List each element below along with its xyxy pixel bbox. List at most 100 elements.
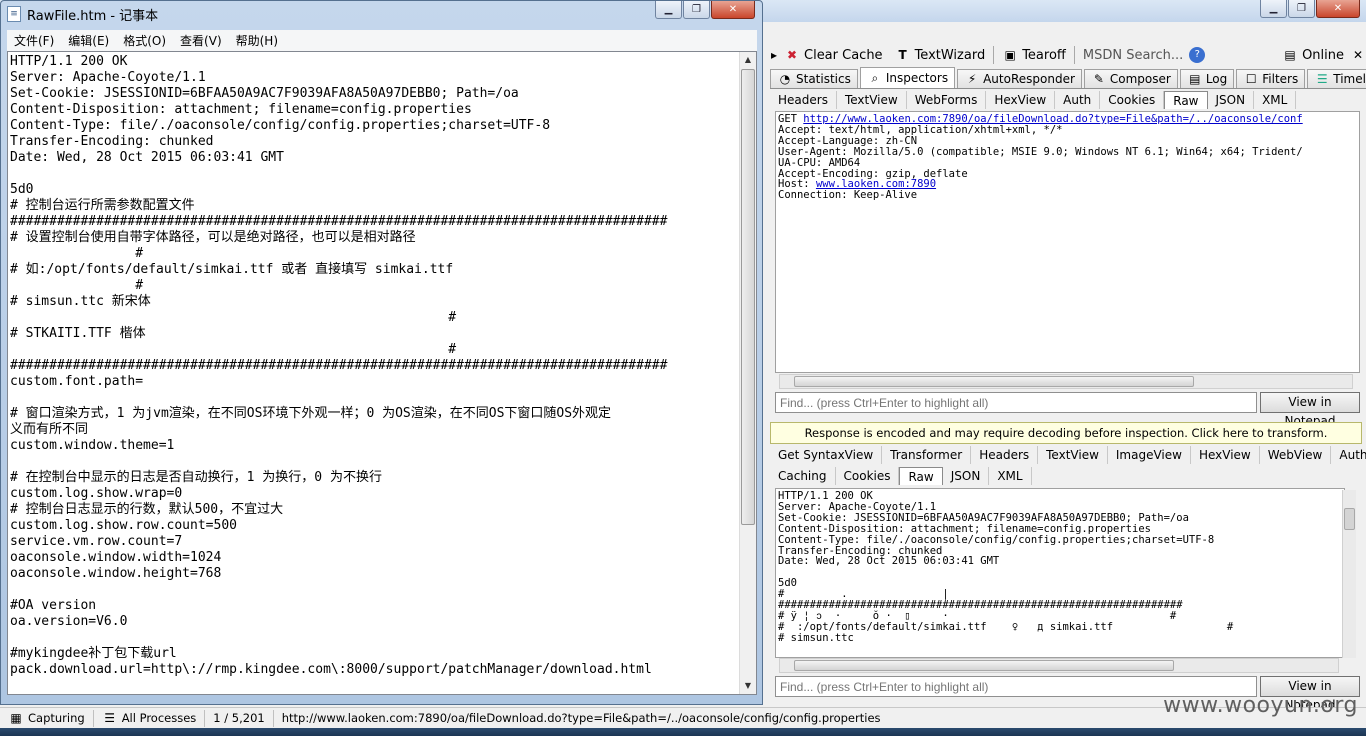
menu-file[interactable]: 文件(F)	[7, 32, 61, 49]
response-horizontal-scrollbar[interactable]	[779, 658, 1339, 673]
menu-edit[interactable]: 编辑(E)	[61, 32, 116, 49]
notepad-edit-area[interactable]: HTTP/1.1 200 OK Server: Apache-Coyote/1.1…	[7, 51, 757, 695]
session-count: 1 / 5,201	[205, 709, 274, 727]
req-tab-textview[interactable]: TextView	[837, 91, 907, 109]
text-line: ########################################…	[10, 358, 668, 373]
tab-autoresponder[interactable]: ⚡ AutoResponder	[957, 69, 1082, 88]
resp-tab-caching[interactable]: Caching	[770, 467, 836, 485]
help-icon[interactable]: ?	[1189, 47, 1206, 63]
online-indicator[interactable]: ▤ Online	[1276, 47, 1350, 63]
resp-tab-imageview[interactable]: ImageView	[1108, 446, 1191, 464]
text-line: oa.version=V6.0	[10, 614, 128, 629]
menu-view[interactable]: 查看(V)	[173, 32, 229, 49]
fiddler-window-controls: ▁ ❐ ✕	[1260, 0, 1360, 18]
minimize-button[interactable]: ▁	[655, 1, 682, 19]
tab-inspectors[interactable]: ⌕ Inspectors	[859, 67, 956, 88]
clear-cache-button[interactable]: ✖ Clear Cache	[778, 47, 889, 63]
tearoff-icon: ▣	[1004, 48, 1016, 62]
text-line: Transfer-Encoding: chunked	[10, 134, 214, 149]
tab-filters[interactable]: ☐ Filters	[1236, 69, 1306, 88]
req-tab-json[interactable]: JSON	[1208, 91, 1255, 109]
maximize-button[interactable]: ❐	[683, 1, 710, 19]
text-line: # simsun.ttc 新宋体	[10, 294, 151, 309]
scroll-thumb[interactable]	[794, 660, 1174, 671]
text-line: #	[10, 278, 144, 293]
response-line: # simsun.ttc	[778, 631, 854, 644]
req-tab-xml[interactable]: XML	[1254, 91, 1297, 109]
request-horizontal-scrollbar[interactable]	[779, 374, 1353, 389]
req-tab-raw[interactable]: Raw	[1164, 91, 1208, 109]
request-raw-view[interactable]: GET http://www.laoken.com:7890/oa/fileDo…	[775, 111, 1360, 373]
resp-tab-cookies[interactable]: Cookies	[836, 467, 900, 485]
notepad-window-controls: ▁ ❐ ✕	[655, 1, 755, 19]
resp-tab-raw[interactable]: Raw	[899, 467, 943, 485]
chevron-down-icon[interactable]: ▸	[770, 47, 778, 63]
response-vertical-scrollbar[interactable]	[1342, 490, 1356, 658]
resp-tab-syntaxview[interactable]: Get SyntaxView	[770, 446, 883, 464]
textwizard-button[interactable]: T TextWizard	[889, 47, 992, 63]
tab-composer[interactable]: ✎ Composer	[1083, 69, 1178, 88]
menu-help[interactable]: 帮助(H)	[229, 32, 285, 49]
resp-tab-transformer[interactable]: Transformer	[882, 446, 972, 464]
req-tab-headers[interactable]: Headers	[770, 91, 837, 109]
notepad-window: ≡ RawFile.htm - 记事本 ▁ ❐ ✕ 文件(F) 编辑(E) 格式…	[0, 0, 763, 705]
text-line: ########################################…	[10, 214, 668, 229]
tab-log[interactable]: ▤ Log	[1179, 69, 1235, 88]
text-line: custom.log.show.wrap=0	[10, 486, 183, 501]
text-line	[10, 454, 738, 470]
text-line: # 控制台运行所需参数配置文件	[10, 198, 195, 213]
resp-tab-textview[interactable]: TextView	[1038, 446, 1108, 464]
resp-tab-xml[interactable]: XML	[989, 467, 1032, 485]
scroll-thumb[interactable]	[794, 376, 1194, 387]
notepad-vertical-scrollbar[interactable]: ▲ ▼	[739, 52, 756, 694]
timeline-icon: ☰	[1316, 72, 1328, 86]
response-encoded-notice[interactable]: Response is encoded and may require deco…	[770, 422, 1362, 444]
req-tab-webforms[interactable]: WebForms	[907, 91, 987, 109]
inspectors-icon: ⌕	[871, 71, 879, 85]
close-toolbar-icon[interactable]: ✕	[1350, 47, 1366, 63]
text-line: #	[10, 342, 457, 357]
text-line: #OA version	[10, 598, 97, 613]
connection-line: Connection: Keep-Alive	[778, 189, 918, 202]
text-line: custom.font.path=	[10, 374, 144, 389]
response-line	[778, 567, 1344, 578]
scroll-thumb[interactable]	[1344, 508, 1355, 530]
msdn-search-box[interactable]: MSDN Search...	[1077, 48, 1189, 63]
resp-tab-headers[interactable]: Headers	[971, 446, 1039, 464]
notepad-menubar: 文件(F) 编辑(E) 格式(O) 查看(V) 帮助(H)	[7, 30, 757, 51]
text-line: # 窗口渲染方式，1 为jvm渲染，在不同OS环境下外观一样；0 为OS渲染，在…	[10, 406, 612, 421]
text-line: # 在控制台中显示的日志是否自动换行，1 为换行，0 为不换行	[10, 470, 382, 485]
text-line	[10, 166, 738, 182]
request-find-input[interactable]	[775, 392, 1257, 413]
tab-timeline[interactable]: ☰Timeline	[1307, 69, 1366, 88]
scroll-down-arrow-icon[interactable]: ▼	[740, 678, 756, 694]
resp-tab-webview[interactable]: WebView	[1260, 446, 1332, 464]
resp-tab-json[interactable]: JSON	[943, 467, 990, 485]
close-button[interactable]: ✕	[1316, 0, 1360, 18]
close-button[interactable]: ✕	[711, 1, 755, 19]
req-tab-hexview[interactable]: HexView	[986, 91, 1056, 109]
minimize-button[interactable]: ▁	[1260, 0, 1287, 18]
tearoff-button[interactable]: ▣ Tearoff	[996, 47, 1072, 63]
scroll-up-arrow-icon[interactable]: ▲	[740, 52, 756, 68]
response-inspector-tabs-row2: Caching Cookies Raw JSON XML	[770, 465, 1366, 485]
req-tab-cookies[interactable]: Cookies	[1100, 91, 1165, 109]
textwizard-icon: T	[898, 48, 907, 62]
notepad-text[interactable]: HTTP/1.1 200 OK Server: Apache-Coyote/1.1…	[10, 54, 738, 692]
capture-toggle[interactable]: ▦ Capturing	[0, 709, 94, 727]
resp-tab-hexview[interactable]: HexView	[1191, 446, 1260, 464]
maximize-button[interactable]: ❐	[1288, 0, 1315, 18]
request-header-lines: Accept: text/html, application/xhtml+xml…	[778, 125, 1359, 180]
status-url: http://www.laoken.com:7890/oa/fileDownlo…	[281, 710, 881, 725]
scroll-thumb[interactable]	[741, 69, 755, 525]
req-tab-auth[interactable]: Auth	[1055, 91, 1101, 109]
tab-statistics[interactable]: ◔ Statistics	[770, 69, 858, 88]
online-icon: ▤	[1284, 48, 1296, 62]
resp-tab-auth[interactable]: Auth	[1331, 446, 1366, 464]
process-filter-icon: ☰	[104, 711, 116, 725]
process-filter[interactable]: ☰ All Processes	[94, 709, 206, 727]
menu-format[interactable]: 格式(O)	[116, 32, 173, 49]
request-view-in-notepad-button[interactable]: View in Notepad	[1260, 392, 1360, 428]
text-line: # STKAITI.TTF 楷体	[10, 326, 146, 341]
response-raw-view[interactable]: HTTP/1.1 200 OK Server: Apache-Coyote/1.1…	[775, 488, 1345, 658]
